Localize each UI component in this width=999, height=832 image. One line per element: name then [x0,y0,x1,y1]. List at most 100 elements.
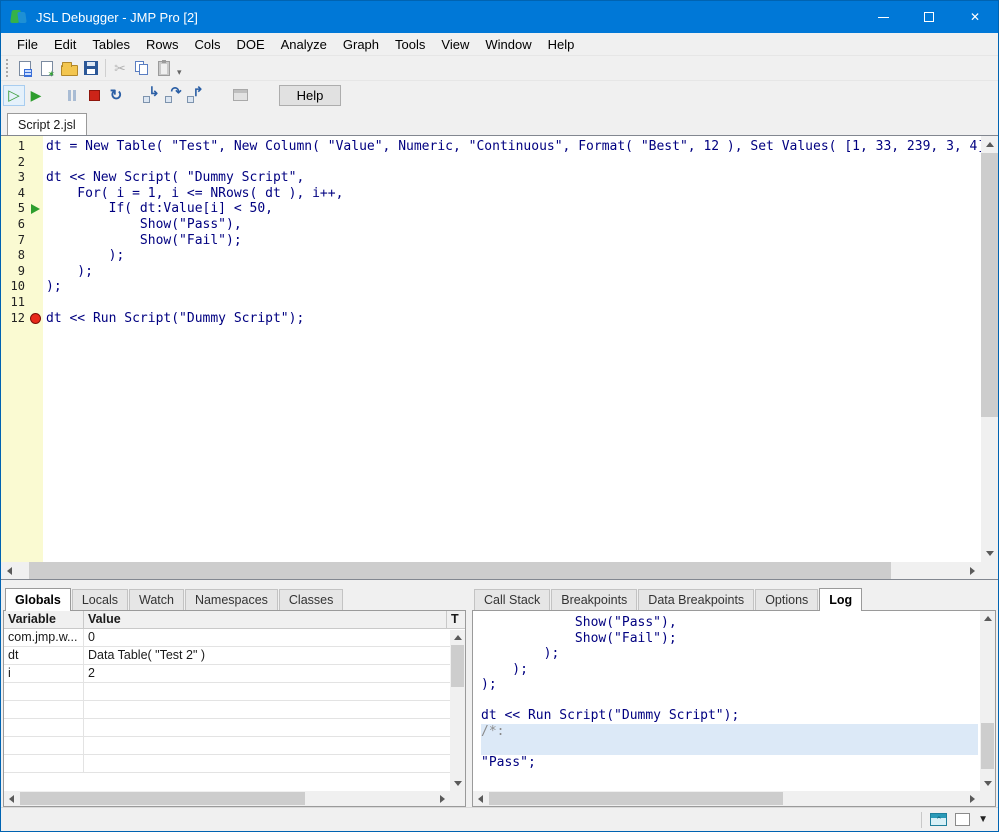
scroll-right-arrow[interactable] [964,562,981,579]
table-row[interactable]: i 2 [4,665,465,683]
tab-options[interactable]: Options [755,589,818,610]
code-line[interactable]: 11 [1,295,981,311]
column-header-type[interactable]: T [447,611,465,628]
horizontal-scroll-thumb[interactable] [489,792,783,805]
table-row[interactable]: dt Data Table( "Test 2" ) [4,647,465,665]
line-number[interactable]: 9 [1,264,27,280]
code-line[interactable]: 9 ); [1,264,981,280]
gutter-marker-slot[interactable] [27,248,43,264]
code-line[interactable]: 7 Show("Fail"); [1,233,981,249]
variable-name-cell[interactable]: dt [4,647,84,664]
log-vertical-scrollbar[interactable] [980,611,995,791]
code-line[interactable]: 6 Show("Pass"), [1,217,981,233]
scroll-right-arrow[interactable] [965,791,980,806]
gutter-marker-slot[interactable] [27,155,43,171]
tab-classes[interactable]: Classes [279,589,343,610]
horizontal-scroll-thumb[interactable] [20,792,305,805]
menu-item-view[interactable]: View [433,35,477,54]
minimize-button[interactable] [860,1,906,33]
tab-call-stack[interactable]: Call Stack [474,589,550,610]
gutter-marker-slot[interactable] [27,264,43,280]
scroll-left-arrow[interactable] [1,562,18,579]
gutter-marker-slot[interactable] [27,170,43,186]
variable-value-cell[interactable]: 0 [84,629,465,646]
step-out-button[interactable]: ↱ [183,85,205,106]
code-line[interactable]: 3dt << New Script( "Dummy Script", [1,170,981,186]
editor-horizontal-scrollbar[interactable] [1,562,981,579]
save-button[interactable] [80,58,102,79]
new-data-table-button[interactable] [14,58,36,79]
scroll-down-arrow[interactable] [981,545,998,562]
app-icon[interactable] [10,8,28,26]
code-line[interactable]: 2 [1,155,981,171]
line-number[interactable]: 10 [1,279,27,295]
horizontal-scroll-thumb[interactable] [29,562,891,579]
run-button[interactable]: ▷ [3,85,25,106]
tab-script2jsl[interactable]: Script 2.jsl [7,113,87,135]
jmp-home-window-icon[interactable] [930,813,947,826]
tab-locals[interactable]: Locals [72,589,128,610]
scroll-left-arrow[interactable] [4,791,19,806]
gutter-marker-slot[interactable] [27,186,43,202]
column-header-variable[interactable]: Variable [4,611,84,628]
variable-name-cell[interactable]: com.jmp.w... [4,629,84,646]
variables-vertical-scrollbar[interactable] [450,630,465,791]
tab-namespaces[interactable]: Namespaces [185,589,278,610]
menu-item-graph[interactable]: Graph [335,35,387,54]
menu-item-tables[interactable]: Tables [84,35,138,54]
variable-value-cell[interactable]: Data Table( "Test 2" ) [84,647,465,664]
variable-name-cell[interactable]: i [4,665,84,682]
gutter-marker-slot[interactable] [27,217,43,233]
toolbar-overflow-icon[interactable]: ▾ [177,67,182,80]
code-line[interactable]: 1dt = New Table( "Test", New Column( "Va… [1,139,981,155]
scroll-down-arrow[interactable] [450,776,465,791]
menu-item-window[interactable]: Window [477,35,539,54]
menu-item-doe[interactable]: DOE [228,35,272,54]
vertical-scroll-thumb[interactable] [981,153,998,417]
scroll-up-arrow[interactable] [980,611,995,626]
scroll-down-arrow[interactable] [980,776,995,791]
line-number[interactable]: 1 [1,139,27,155]
line-number[interactable]: 4 [1,186,27,202]
tab-log[interactable]: Log [819,588,862,611]
code-editor[interactable]: 1dt = New Table( "Test", New Column( "Va… [1,135,998,580]
table-row[interactable]: com.jmp.w... 0 [4,629,465,647]
reset-button[interactable]: ↻ [105,85,127,106]
titlebar[interactable]: JSL Debugger - JMP Pro [2] ✕ [1,1,998,33]
menu-item-tools[interactable]: Tools [387,35,433,54]
run-to-cursor-button[interactable] [229,85,251,106]
line-number[interactable]: 11 [1,295,27,311]
editor-vertical-scrollbar[interactable] [981,136,998,562]
table-row-empty[interactable] [4,719,465,737]
menu-item-cols[interactable]: Cols [186,35,228,54]
tab-globals[interactable]: Globals [5,588,71,611]
column-header-value[interactable]: Value [84,611,447,628]
tab-watch[interactable]: Watch [129,589,184,610]
variables-horizontal-scrollbar[interactable] [4,791,450,806]
scroll-left-arrow[interactable] [473,791,488,806]
line-number[interactable]: 2 [1,155,27,171]
maximize-button[interactable] [906,1,952,33]
scroll-up-arrow[interactable] [981,136,998,153]
menu-item-rows[interactable]: Rows [138,35,187,54]
run-all-button[interactable]: ▶ [25,85,47,106]
line-number[interactable]: 6 [1,217,27,233]
scroll-up-arrow[interactable] [450,630,465,645]
step-over-button[interactable]: ↷ [161,85,183,106]
line-number[interactable]: 8 [1,248,27,264]
toolbar-drag-handle[interactable] [6,59,11,77]
pause-button[interactable] [61,85,83,106]
paste-button[interactable] [153,58,175,79]
open-button[interactable] [58,58,80,79]
stop-button[interactable] [83,85,105,106]
menu-item-file[interactable]: File [9,35,46,54]
table-row-empty[interactable] [4,755,465,773]
line-number[interactable]: 3 [1,170,27,186]
menu-item-analyze[interactable]: Analyze [273,35,335,54]
gutter-marker-slot[interactable] [27,201,43,217]
menu-item-help[interactable]: Help [540,35,583,54]
code-line[interactable]: 10); [1,279,981,295]
code-line[interactable]: 5 If( dt:Value[i] < 50, [1,201,981,217]
variable-value-cell[interactable]: 2 [84,665,465,682]
close-button[interactable]: ✕ [952,1,998,33]
